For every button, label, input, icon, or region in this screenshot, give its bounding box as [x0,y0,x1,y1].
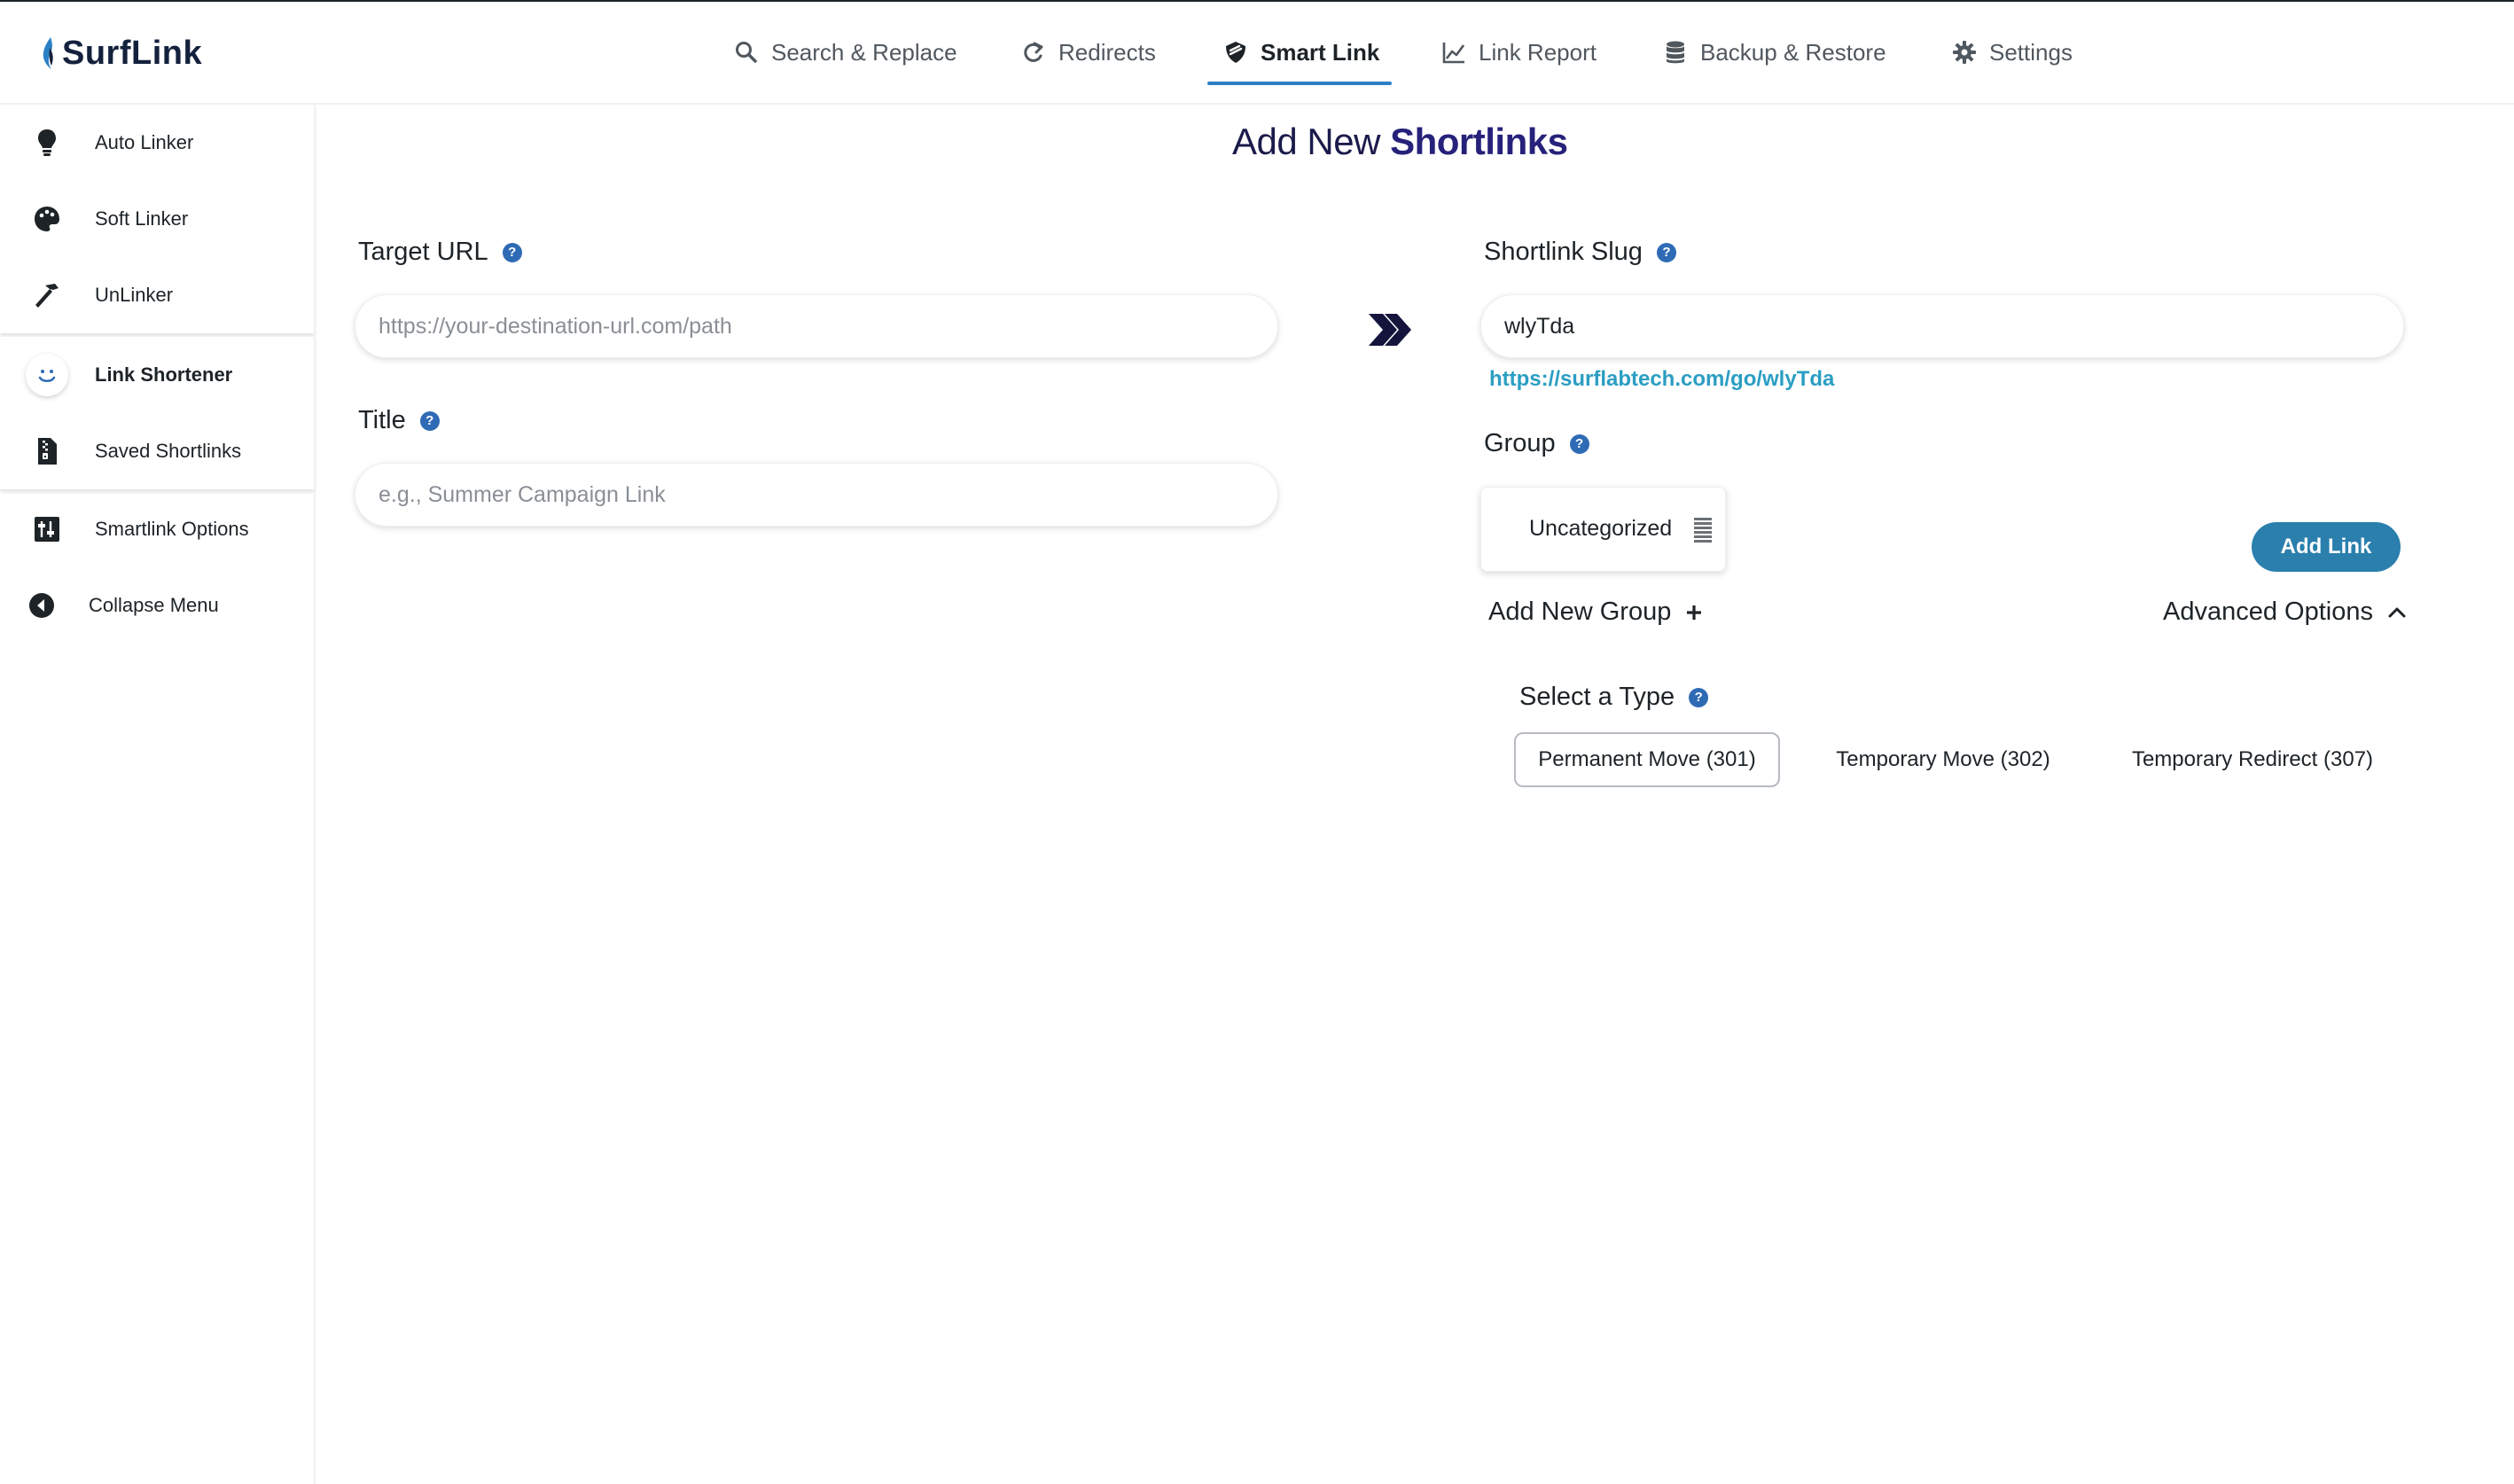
nav-active-underline [1207,82,1392,85]
help-icon[interactable]: ? [1689,687,1709,707]
sidebar-item-label: Soft Linker [95,207,189,230]
title-input[interactable] [355,463,1278,527]
nav-link-report[interactable]: Link Report [1441,2,1597,103]
sidebar-divider [314,105,316,1484]
shortlink-slug-input[interactable] [1480,294,2404,358]
sidebar-item-label: UnLinker [95,284,174,306]
chevron-up-icon [2388,607,2406,617]
nav-label: Settings [1989,38,2073,66]
type-option-302[interactable]: Temporary Move (302) [1807,732,2080,787]
nav-label: Link Report [1479,38,1597,66]
advanced-options-label: Advanced Options [2163,598,2373,626]
title-label: Title ? [358,406,440,435]
sidebar-item-label: Link Shortener [95,363,233,386]
label-text: Group [1484,429,1556,457]
collapse-arrow-icon [25,589,59,622]
group-label: Group ? [1484,429,1589,458]
lightbulb-icon [30,126,64,160]
top-nav: Search & Replace Redirects Smart Link Li… [0,2,2514,103]
redirect-arrow-icon [1024,42,1043,62]
search-icon [736,42,757,63]
add-new-group-label: Add New Group [1488,598,1672,626]
help-icon[interactable]: ? [1569,433,1589,454]
nav-backup-restore[interactable]: Backup & Restore [1663,2,1886,103]
sidebar-item-label: Smartlink Options [95,518,249,540]
sidebar-item-smartlink-options[interactable]: Smartlink Options [0,491,314,567]
add-new-group-button[interactable]: Add New Group [1488,598,1703,627]
label-text: Select a Type [1519,683,1675,711]
target-url-label: Target URL ? [358,238,522,267]
plus-icon [1687,605,1702,620]
page-title-emphasis: Shortlinks [1390,121,1568,162]
sliders-icon [30,512,64,546]
hammer-icon [30,278,64,312]
sidebar-item-label: Auto Linker [95,131,194,153]
help-icon[interactable]: ? [1656,242,1676,262]
gear-icon [1953,41,1976,64]
page-title: Add New Shortlinks [1232,121,1568,163]
chart-line-icon [1442,43,1465,64]
sidebar-group-linkers: Auto Linker Soft Linker UnLinker [0,105,315,333]
nav-label: Search & Replace [771,38,957,66]
smile-icon [26,354,68,396]
nav-settings[interactable]: Settings [1952,2,2073,103]
sidebar-item-auto-linker[interactable]: Auto Linker [0,105,314,181]
nav-smart-link[interactable]: Smart Link [1223,2,1379,103]
group-select[interactable]: Uncategorized [1480,487,1726,572]
sidebar-item-link-shortener[interactable]: Link Shortener [0,337,314,413]
nav-redirects[interactable]: Redirects [1021,2,1156,103]
label-text: Target URL [358,238,488,266]
nav-search-replace[interactable]: Search & Replace [734,2,957,103]
select-handle-icon [1694,518,1712,543]
sidebar-collapse-menu[interactable]: Collapse Menu [0,567,314,644]
sidebar-group-shortener: Link Shortener Saved Shortlinks [0,337,315,489]
help-icon[interactable]: ? [419,410,440,431]
nav-label: Backup & Restore [1700,38,1886,66]
double-chevron-right-icon [1369,314,1411,346]
add-link-button[interactable]: Add Link [2252,522,2401,572]
sidebar-item-label: Saved Shortlinks [95,440,242,462]
target-url-input[interactable] [355,294,1278,358]
type-option-307[interactable]: Temporary Redirect (307) [2106,732,2399,787]
palette-icon [30,202,64,236]
help-icon[interactable]: ? [502,242,522,262]
file-zipper-icon [30,434,64,468]
label-text: Title [358,406,406,434]
sidebar-item-unlinker[interactable]: UnLinker [0,257,314,333]
advanced-options-toggle[interactable]: Advanced Options [2163,598,2407,627]
sidebar-item-saved-shortlinks[interactable]: Saved Shortlinks [0,413,314,489]
group-selected-value: Uncategorized [1529,516,1673,541]
page-title-prefix: Add New [1232,121,1391,162]
nav-label: Redirects [1058,38,1156,66]
top-header: SurfLink Search & Replace Redirects Smar… [0,2,2514,105]
smart-link-icon [1226,42,1245,63]
select-type-label: Select a Type ? [1519,683,1709,712]
sidebar-item-label: Collapse Menu [89,594,219,616]
type-option-301[interactable]: Permanent Move (301) [1514,732,1780,787]
database-icon [1667,41,1684,64]
shortlink-preview-url[interactable]: https://surflabtech.com/go/wlyTda [1489,367,1834,392]
nav-label: Smart Link [1261,38,1380,66]
label-text: Shortlink Slug [1484,238,1643,266]
sidebar: Auto Linker Soft Linker UnLinker Link Sh… [0,105,316,637]
shortlink-slug-label: Shortlink Slug ? [1484,238,1676,267]
sidebar-item-soft-linker[interactable]: Soft Linker [0,181,314,257]
